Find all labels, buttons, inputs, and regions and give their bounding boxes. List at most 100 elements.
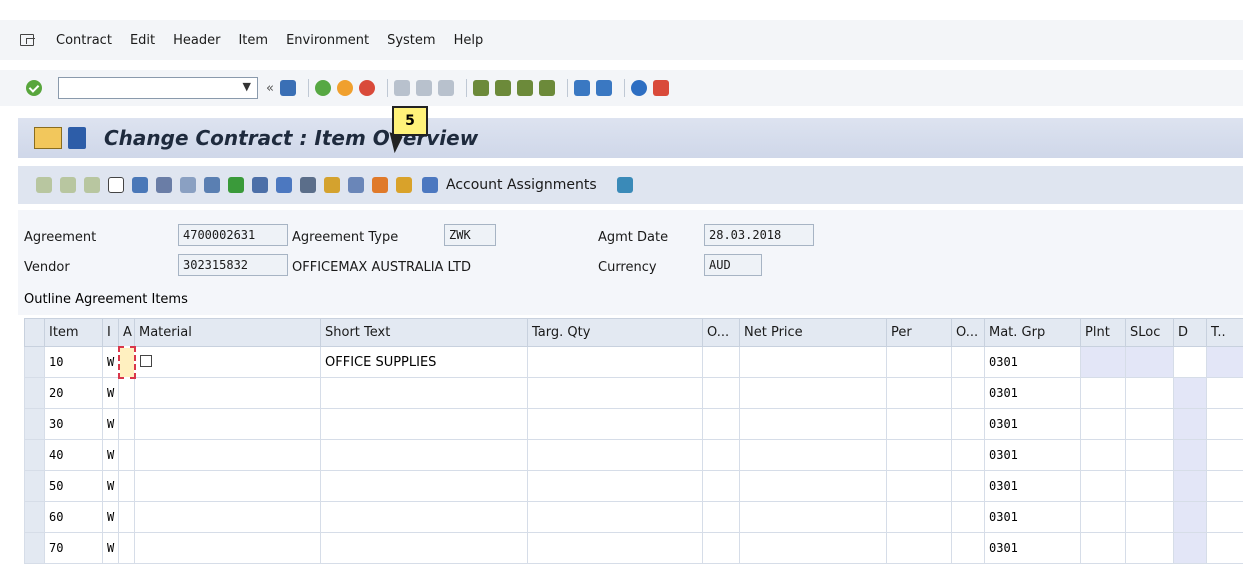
account-assignment-cell[interactable]: [119, 440, 135, 471]
agmt-date-field[interactable]: 28.03.2018: [704, 224, 814, 246]
short-text-cell[interactable]: [321, 409, 528, 440]
print-preview-icon[interactable]: [156, 177, 172, 193]
item-details-icon[interactable]: [84, 177, 100, 193]
edit-icon[interactable]: [348, 177, 364, 193]
item-category-cell[interactable]: W: [103, 409, 119, 440]
t-cell[interactable]: [1207, 347, 1243, 378]
sloc-cell[interactable]: [1126, 378, 1174, 409]
column-header-item[interactable]: Item: [45, 319, 103, 347]
order-price-unit-cell[interactable]: [952, 502, 985, 533]
display-icon[interactable]: [300, 177, 316, 193]
column-header-plnt[interactable]: Plnt: [1081, 319, 1126, 347]
search-help-icon[interactable]: [140, 355, 152, 367]
t-cell[interactable]: [1207, 409, 1243, 440]
order-price-unit-cell[interactable]: [952, 471, 985, 502]
item-cell[interactable]: 70: [45, 533, 103, 564]
column-header-net-price[interactable]: Net Price: [740, 319, 887, 347]
sloc-cell[interactable]: [1126, 533, 1174, 564]
order-price-unit-cell[interactable]: [952, 378, 985, 409]
target-qty-cell[interactable]: [528, 502, 703, 533]
account-assignment-cell[interactable]: [119, 533, 135, 564]
enter-checkmark-icon[interactable]: [26, 80, 42, 96]
per-cell[interactable]: [887, 440, 952, 471]
row-selector[interactable]: [25, 533, 45, 564]
find-icon[interactable]: [416, 80, 432, 96]
item-category-cell[interactable]: W: [103, 440, 119, 471]
menu-item[interactable]: Item: [238, 33, 268, 48]
partners-icon[interactable]: [204, 177, 220, 193]
collapse-icon[interactable]: «: [266, 81, 274, 96]
net-price-cell[interactable]: [740, 440, 887, 471]
order-price-unit-cell[interactable]: [952, 347, 985, 378]
net-price-cell[interactable]: [740, 471, 887, 502]
mat-grp-cell[interactable]: 0301: [985, 533, 1081, 564]
short-text-cell[interactable]: [321, 533, 528, 564]
column-header-d[interactable]: D: [1174, 319, 1207, 347]
net-price-cell[interactable]: [740, 347, 887, 378]
column-header-sloc[interactable]: SLoc: [1126, 319, 1174, 347]
item-category-cell[interactable]: W: [103, 471, 119, 502]
account-assignments-button[interactable]: Account Assignments: [422, 177, 617, 193]
agreement-field[interactable]: 4700002631: [178, 224, 288, 246]
shortcut-icon[interactable]: [596, 80, 612, 96]
messages-icon[interactable]: [252, 177, 268, 193]
t-cell[interactable]: [1207, 471, 1243, 502]
sloc-cell[interactable]: [1126, 471, 1174, 502]
transfer-icon[interactable]: [372, 177, 388, 193]
column-header-t[interactable]: T..: [1207, 319, 1243, 347]
menu-edit[interactable]: Edit: [130, 33, 155, 48]
mat-grp-cell[interactable]: 0301: [985, 502, 1081, 533]
conditions-icon[interactable]: [180, 177, 196, 193]
target-qty-cell[interactable]: [528, 347, 703, 378]
column-header-a[interactable]: A: [119, 319, 135, 347]
account-assignment-cell[interactable]: [119, 378, 135, 409]
help-icon[interactable]: [631, 80, 647, 96]
d-cell[interactable]: [1174, 347, 1207, 378]
item-cell[interactable]: 60: [45, 502, 103, 533]
menu-help[interactable]: Help: [454, 33, 484, 48]
short-text-cell[interactable]: [321, 471, 528, 502]
short-text-cell[interactable]: [321, 378, 528, 409]
plant-cell[interactable]: [1081, 471, 1126, 502]
t-cell[interactable]: [1207, 533, 1243, 564]
next-page-icon[interactable]: [517, 80, 533, 96]
order-unit-cell[interactable]: [703, 378, 740, 409]
exit-icon[interactable]: [337, 80, 353, 96]
mat-grp-cell[interactable]: 0301: [985, 471, 1081, 502]
print-icon[interactable]: [394, 80, 410, 96]
t-cell[interactable]: [1207, 378, 1243, 409]
item-cell[interactable]: 30: [45, 409, 103, 440]
statistics-icon[interactable]: [396, 177, 412, 193]
command-field[interactable]: ▼: [58, 77, 258, 99]
per-cell[interactable]: [887, 409, 952, 440]
d-cell[interactable]: [1174, 409, 1207, 440]
sloc-cell[interactable]: [1126, 347, 1174, 378]
order-unit-cell[interactable]: [703, 409, 740, 440]
last-page-icon[interactable]: [539, 80, 555, 96]
header-overview-icon[interactable]: [36, 177, 52, 193]
item-cell[interactable]: 10: [45, 347, 103, 378]
flag-icon[interactable]: [228, 177, 244, 193]
column-header-per[interactable]: Per: [887, 319, 952, 347]
plant-cell[interactable]: [1081, 378, 1126, 409]
target-qty-cell[interactable]: [528, 409, 703, 440]
back-icon[interactable]: [315, 80, 331, 96]
mat-grp-cell[interactable]: 0301: [985, 378, 1081, 409]
customize-layout-icon[interactable]: [653, 80, 669, 96]
order-unit-cell[interactable]: [703, 471, 740, 502]
menu-header[interactable]: Header: [173, 33, 220, 48]
net-price-cell[interactable]: [740, 409, 887, 440]
cancel-icon[interactable]: [359, 80, 375, 96]
material-cell[interactable]: [135, 378, 321, 409]
plant-cell[interactable]: [1081, 533, 1126, 564]
material-cell[interactable]: [135, 440, 321, 471]
previous-page-icon[interactable]: [495, 80, 511, 96]
sloc-cell[interactable]: [1126, 440, 1174, 471]
column-header-short-text[interactable]: Short Text: [321, 319, 528, 347]
mat-grp-cell[interactable]: 0301: [985, 347, 1081, 378]
t-cell[interactable]: [1207, 502, 1243, 533]
menu-icon[interactable]: [20, 34, 34, 46]
column-header-mat-grp[interactable]: Mat. Grp: [985, 319, 1081, 347]
short-text-cell[interactable]: [321, 502, 528, 533]
account-assignment-cell[interactable]: [119, 471, 135, 502]
